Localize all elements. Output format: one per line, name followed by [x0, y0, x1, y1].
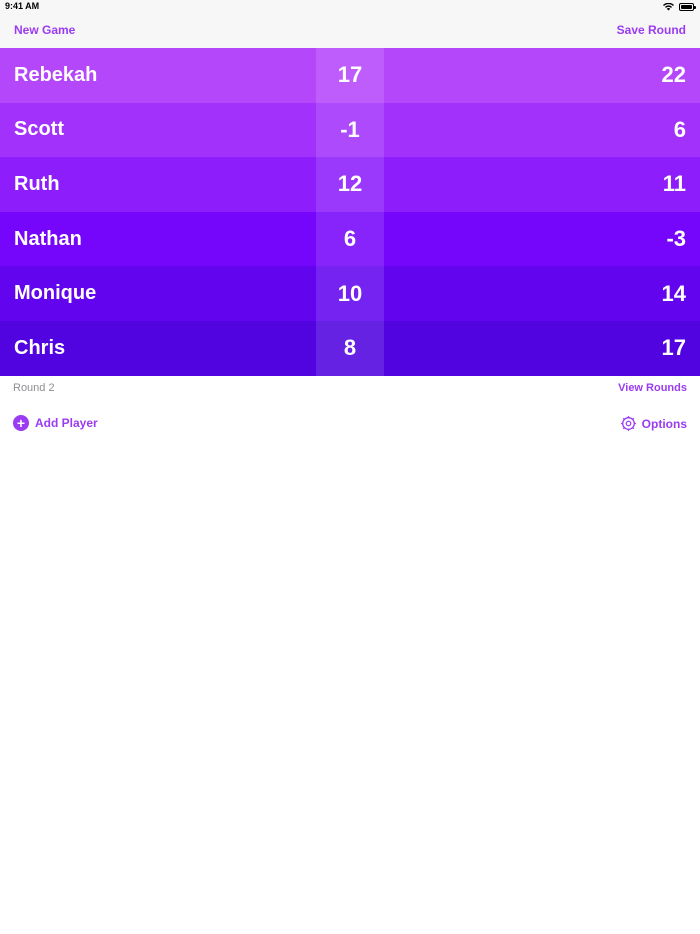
total-score: 6 [673, 116, 686, 142]
options-label: Options [641, 416, 687, 431]
navigation-bar: New Game Save Round [0, 13, 700, 48]
options-button[interactable]: Options [620, 415, 687, 432]
wifi-icon [663, 3, 674, 11]
player-name: Scott [14, 118, 64, 141]
round-score-cell[interactable]: 8 [316, 320, 384, 376]
player-row[interactable]: Scott -1 6 [0, 102, 700, 158]
actions-row: + Add Player Options [0, 412, 700, 436]
round-score-cell[interactable]: -1 [316, 102, 384, 158]
round-score-cell[interactable]: 6 [316, 211, 384, 267]
score-table: Rebekah 17 22 Scott -1 6 Ruth 12 11 Nath… [0, 48, 700, 376]
new-game-button[interactable]: New Game [14, 23, 75, 37]
round-score-cell[interactable]: 17 [316, 48, 384, 103]
view-rounds-button[interactable]: View Rounds [618, 382, 687, 394]
player-row[interactable]: Ruth 12 11 [0, 157, 700, 212]
player-row[interactable]: Chris 8 17 [0, 320, 700, 376]
status-time: 9:41 AM [5, 1, 40, 11]
add-player-label: Add Player [35, 416, 98, 430]
player-name: Rebekah [14, 63, 98, 86]
player-name: Monique [14, 282, 97, 305]
status-bar: 9:41 AM [0, 0, 700, 13]
round-score-cell[interactable]: 10 [316, 266, 384, 321]
total-score: -3 [666, 226, 686, 252]
round-score-cell[interactable]: 12 [316, 157, 384, 212]
save-round-button[interactable]: Save Round [617, 23, 686, 37]
round-label: Round 2 [13, 382, 55, 394]
total-score: 17 [661, 335, 686, 361]
battery-icon [679, 3, 696, 11]
total-score: 22 [661, 62, 686, 88]
player-name: Ruth [14, 172, 60, 195]
player-name: Chris [14, 336, 66, 359]
player-row[interactable]: Rebekah 17 22 [0, 48, 700, 103]
player-row[interactable]: Nathan 6 -3 [0, 211, 700, 267]
player-name: Nathan [14, 227, 82, 250]
total-score: 14 [661, 280, 686, 306]
player-row[interactable]: Monique 10 14 [0, 266, 700, 321]
status-icons [663, 2, 696, 12]
total-score: 11 [662, 171, 686, 197]
round-info-row: Round 2 View Rounds [0, 376, 700, 402]
gear-icon [620, 416, 636, 431]
add-player-button[interactable]: + Add Player [13, 415, 98, 431]
plus-circle-icon: + [13, 415, 29, 431]
